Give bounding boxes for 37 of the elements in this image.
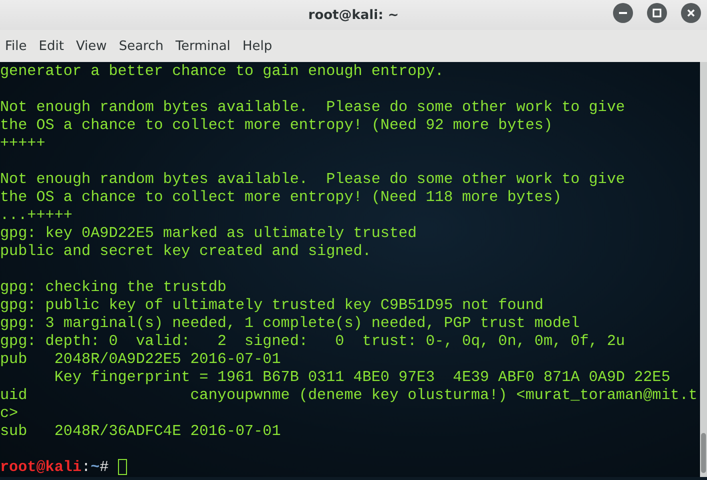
terminal-line: ...+++++ [0,206,74,224]
terminal-line: Not enough random bytes available. Please do some other work to give [0,98,626,116]
terminal-line: +++++ [0,134,46,152]
maximize-icon [652,8,662,18]
menu-item[interactable]: Edit [34,38,68,54]
prompt-user: root@kali [0,458,82,476]
terminal-line: gpg: checking the trustdb [0,278,228,296]
terminal-line: the OS a chance to collect more entropy! (Need 92 more bytes) [0,116,554,134]
maximize-button[interactable] [647,3,667,23]
minimize-button[interactable] [613,3,633,23]
scrollbar[interactable] [700,62,707,477]
terminal-line: public and secret key created and signed. [0,242,372,260]
terminal-line: gpg: 3 marginal(s) needed, 1 complete(s) needed, PGP trust model [0,314,581,332]
window-title: root@kali: ~ [308,8,399,22]
terminal-line: Not enough random bytes available. Please do some other work to give [0,170,626,188]
prompt-path: ~ [90,458,100,476]
menu-item[interactable]: View [70,38,111,54]
prompt-separator: : [82,458,91,476]
close-button[interactable] [681,3,701,23]
menu-item[interactable]: Terminal [170,38,234,54]
terminal-line: gpg: public key of ultimately trusted key C9B51D95 not found [0,296,544,314]
terminal-line: gpg: key 0A9D22E5 marked as ultimately trusted [0,224,418,242]
prompt-symbol: # [100,458,109,476]
terminal-line: sub 2048R/36ADFC4E 2016-07-01 [0,422,282,440]
terminal-line: c> [0,404,20,422]
terminal-line: generator a better chance to gain enough entropy. [0,62,445,80]
terminal-line: pub 2048R/0A9D22E5 2016-07-01 [0,350,282,368]
scrollbar-thumb[interactable] [701,433,706,473]
close-icon [686,8,696,18]
menu-item[interactable]: File [0,38,31,54]
terminal-line: the OS a chance to collect more entropy! (Need 118 more bytes) [0,188,563,206]
terminal-line: uid canyoupwnme (deneme key olusturma!) <murat_toraman@mit.t [0,386,698,404]
menu-item[interactable]: Search [114,38,168,54]
terminal-line: gpg: depth: 0 valid: 2 signed: 0 trust: 0-, 0q, 0n, 0m, 0f, 2u [0,332,626,350]
text-cursor [118,459,127,475]
menu-item[interactable]: Help [237,38,276,54]
terminal-line: Key fingerprint = 1961 B67B 0311 4BE0 97E3 4E39 ABF0 871A 0A9D 22E5 [53,368,672,386]
